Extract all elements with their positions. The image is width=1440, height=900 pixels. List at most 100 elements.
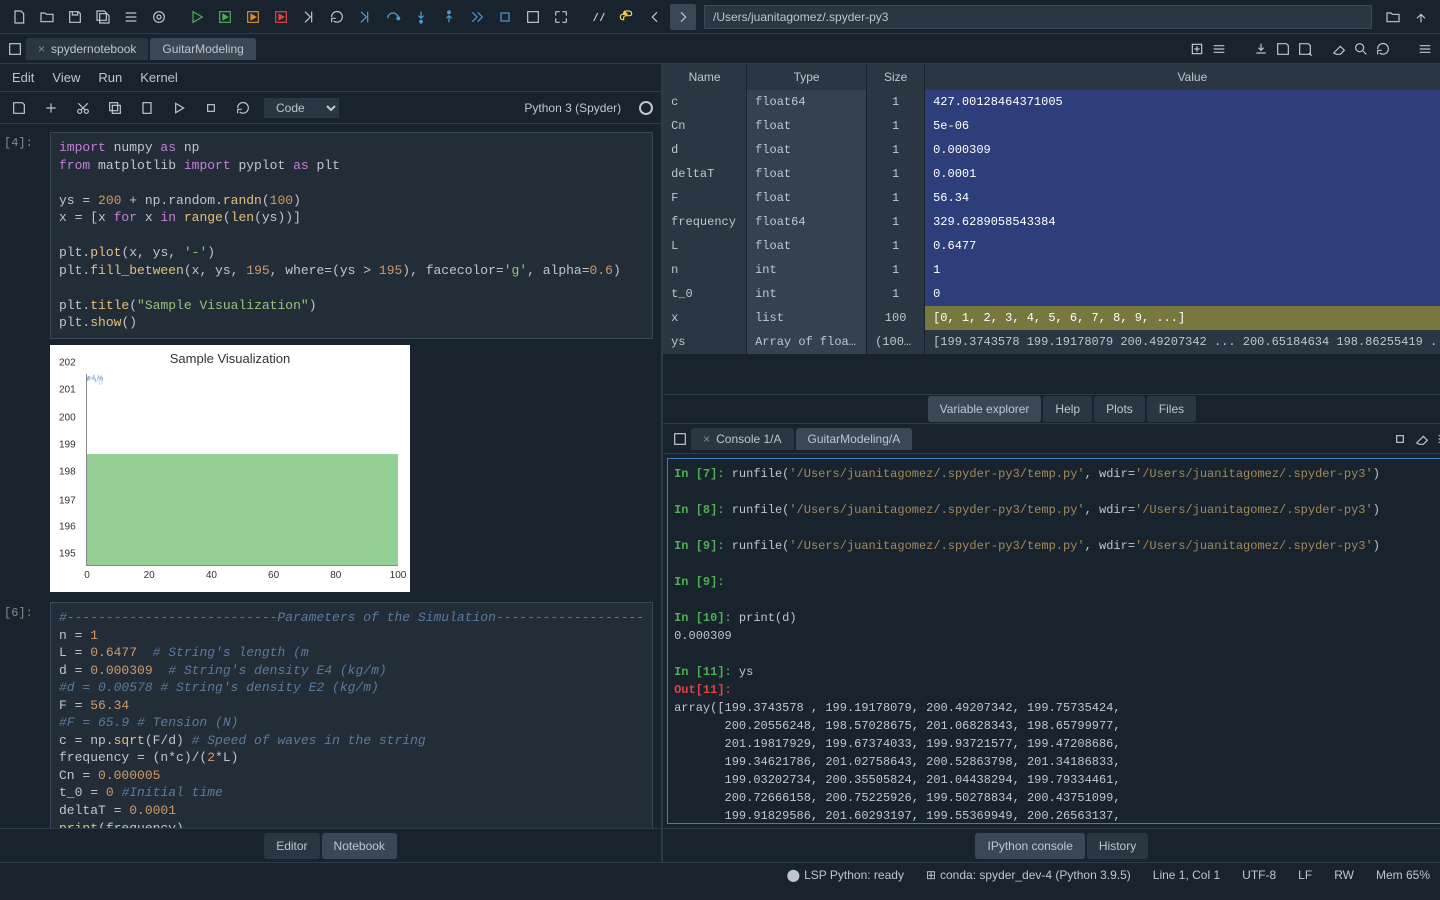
eraser-icon[interactable] xyxy=(1328,38,1350,60)
btab-ipython[interactable]: IPython console xyxy=(975,833,1084,859)
save-var-icon[interactable] xyxy=(1272,38,1294,60)
tab-files[interactable]: Files xyxy=(1147,396,1196,422)
save-all-icon[interactable] xyxy=(90,4,116,30)
new-file-icon[interactable] xyxy=(6,4,32,30)
debug-cell-icon[interactable] xyxy=(520,4,546,30)
tab-spydernotebook[interactable]: ×spydernotebook xyxy=(26,38,148,60)
tab-console-guitar[interactable]: GuitarModeling/A xyxy=(796,428,913,450)
nb-copy-icon[interactable] xyxy=(104,97,126,119)
var-row[interactable]: t_0int10 xyxy=(663,282,1440,306)
menu-icon[interactable] xyxy=(1208,38,1230,60)
working-dir-input[interactable] xyxy=(704,5,1372,29)
var-row[interactable]: cfloat641427.00128464371005 xyxy=(663,90,1440,114)
tab-guitarmodeling[interactable]: GuitarModeling xyxy=(150,38,255,60)
editor-bottom-tabs: Editor Notebook xyxy=(0,828,661,862)
nb-add-icon[interactable] xyxy=(40,97,62,119)
tab-plots[interactable]: Plots xyxy=(1094,396,1145,422)
var-row[interactable]: ysArray of float64(100,)[199.3743578 199… xyxy=(663,330,1440,354)
parent-dir-icon[interactable] xyxy=(1408,4,1434,30)
debug-step-icon[interactable] xyxy=(352,4,378,30)
var-row[interactable]: Lfloat10.6477 xyxy=(663,234,1440,258)
save-icon[interactable] xyxy=(62,4,88,30)
btab-notebook[interactable]: Notebook xyxy=(322,833,397,859)
notebook-toolbar: Code Python 3 (Spyder) xyxy=(0,92,661,124)
code-content[interactable]: #---------------------------Parameters o… xyxy=(50,602,653,828)
console-menu-icon[interactable] xyxy=(1433,428,1440,450)
mem-status: Mem 65% xyxy=(1376,868,1430,882)
nb-run-icon[interactable] xyxy=(168,97,190,119)
col-type[interactable]: Type xyxy=(747,64,867,90)
col-value[interactable]: Value xyxy=(925,64,1440,90)
pane-tabs: Variable explorer Help Plots Files xyxy=(663,394,1440,424)
preferences-icon[interactable] xyxy=(586,4,612,30)
run-icon[interactable] xyxy=(184,4,210,30)
var-row[interactable]: frequencyfloat641329.6289058543384 xyxy=(663,210,1440,234)
main-toolbar xyxy=(0,0,1440,34)
menu-edit[interactable]: Edit xyxy=(12,70,34,85)
cursor-pos: Line 1, Col 1 xyxy=(1153,868,1220,882)
btab-editor[interactable]: Editor xyxy=(264,833,319,859)
clear-console-icon[interactable] xyxy=(1411,428,1433,450)
right-panel: Name Type Size Value cfloat641427.001284… xyxy=(663,64,1440,862)
plot-fill xyxy=(87,454,398,565)
outline-icon[interactable] xyxy=(118,4,144,30)
var-row[interactable]: nint11 xyxy=(663,258,1440,282)
step-over-icon[interactable] xyxy=(380,4,406,30)
var-row[interactable]: xlist100[0, 1, 2, 3, 4, 5, 6, 7, 8, 9, .… xyxy=(663,306,1440,330)
stop-debug-icon[interactable] xyxy=(492,4,518,30)
var-row[interactable]: dfloat10.000309 xyxy=(663,138,1440,162)
var-row[interactable]: Cnfloat15e-06 xyxy=(663,114,1440,138)
refresh-icon[interactable] xyxy=(1372,38,1394,60)
step-out-icon[interactable] xyxy=(436,4,462,30)
menu-kernel[interactable]: Kernel xyxy=(140,70,178,85)
nb-cut-icon[interactable] xyxy=(72,97,94,119)
notebook-body[interactable]: [4]: import numpy as np from matplotlib … xyxy=(0,124,661,828)
code-cell[interactable]: [4]: import numpy as np from matplotlib … xyxy=(50,132,653,592)
col-name[interactable]: Name xyxy=(663,64,747,90)
nb-save-icon[interactable] xyxy=(8,97,30,119)
browse-consoles-icon[interactable] xyxy=(669,428,691,450)
cell-type-select[interactable]: Code xyxy=(264,98,339,118)
variable-explorer[interactable]: Name Type Size Value cfloat641427.001284… xyxy=(663,64,1440,394)
plot-title: Sample Visualization xyxy=(54,349,406,368)
forward-icon[interactable] xyxy=(670,4,696,30)
var-row[interactable]: deltaTfloat10.0001 xyxy=(663,162,1440,186)
continue-icon[interactable] xyxy=(464,4,490,30)
stop-console-icon[interactable] xyxy=(1389,428,1411,450)
col-size[interactable]: Size xyxy=(867,64,925,90)
tab-variable-explorer[interactable]: Variable explorer xyxy=(928,396,1042,422)
step-into-icon[interactable] xyxy=(408,4,434,30)
download-icon[interactable] xyxy=(1250,38,1272,60)
hamburger-icon[interactable] xyxy=(1414,38,1436,60)
restart-icon[interactable] xyxy=(324,4,350,30)
tab-close-icon[interactable]: × xyxy=(703,432,710,446)
run-cell-advance-icon[interactable] xyxy=(240,4,266,30)
nb-paste-icon[interactable] xyxy=(136,97,158,119)
menu-view[interactable]: View xyxy=(52,70,80,85)
run-cell-icon[interactable] xyxy=(212,4,238,30)
maximize-icon[interactable] xyxy=(548,4,574,30)
nb-stop-icon[interactable] xyxy=(200,97,222,119)
back-icon[interactable] xyxy=(642,4,668,30)
btab-history[interactable]: History xyxy=(1087,833,1148,859)
open-folder-icon[interactable] xyxy=(34,4,60,30)
tab-help[interactable]: Help xyxy=(1043,396,1092,422)
search-icon[interactable] xyxy=(1350,38,1372,60)
nb-restart-icon[interactable] xyxy=(232,97,254,119)
menu-run[interactable]: Run xyxy=(98,70,122,85)
tab-close-icon[interactable]: × xyxy=(38,42,45,56)
console-output[interactable]: In [7]: runfile('/Users/juanitagomez/.sp… xyxy=(667,458,1440,824)
notebook-menubar: Edit View Run Kernel xyxy=(0,64,661,92)
at-icon[interactable] xyxy=(146,4,172,30)
python-path-icon[interactable] xyxy=(614,4,640,30)
run-selection-icon[interactable] xyxy=(268,4,294,30)
browse-tabs-icon[interactable] xyxy=(4,38,26,60)
tab-console-1a[interactable]: ×Console 1/A xyxy=(691,428,793,450)
browse-dir-icon[interactable] xyxy=(1380,4,1406,30)
run-until-icon[interactable] xyxy=(296,4,322,30)
code-content[interactable]: import numpy as np from matplotlib impor… xyxy=(50,132,653,339)
var-row[interactable]: Ffloat156.34 xyxy=(663,186,1440,210)
new-notebook-icon[interactable] xyxy=(1186,38,1208,60)
save-as-var-icon[interactable] xyxy=(1294,38,1316,60)
code-cell[interactable]: [6]: #---------------------------Paramet… xyxy=(50,602,653,828)
